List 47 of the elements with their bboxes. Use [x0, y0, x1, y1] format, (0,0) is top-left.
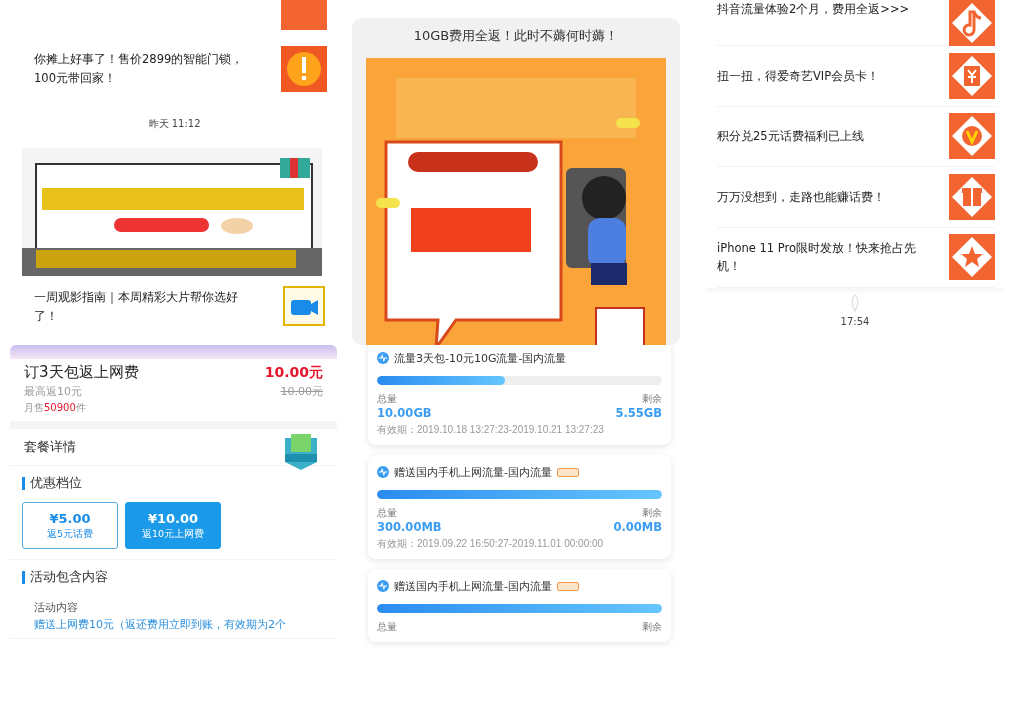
article-title[interactable]: 万万没想到，走路也能赚话费！: [717, 187, 922, 206]
total-value: 300.00MB: [377, 520, 442, 534]
article-title[interactable]: 你摊上好事了！售价2899的智能门锁，100元带回家！: [34, 50, 259, 88]
validity-period: 有效期：2019.10.18 13:27:23-2019.10.21 13:27:23: [377, 423, 605, 437]
plan-title: 流量3天包-10元10G流量-国内流量: [394, 350, 567, 366]
tier-option[interactable]: ¥5.00 返5元话费: [22, 502, 118, 549]
v-badge-icon: [949, 113, 995, 160]
star-icon: [949, 234, 995, 281]
sales-label: 月售: [24, 401, 44, 415]
plan-title: 赠送国内手机上网流量-国内流量: [394, 464, 552, 480]
product-price: 10.00元: [264, 364, 323, 382]
pulse-icon: [377, 352, 389, 364]
section-title: 优惠档位: [30, 474, 82, 492]
total-label: 总量: [377, 507, 397, 520]
pulse-icon: [377, 466, 389, 478]
remaining-value: 0.00MB: [613, 520, 662, 534]
article-title[interactable]: 抖音流量体验2个月，费用全返>>>: [717, 0, 922, 18]
article-title[interactable]: 积分兑25元话费福利已上线: [717, 127, 922, 146]
remaining-label: 剩余: [642, 621, 662, 634]
timestamp: 17:54: [840, 316, 870, 327]
section-title: 活动包含内容: [30, 568, 108, 586]
remaining-value: 5.55GB: [615, 406, 662, 420]
section-title: 套餐详情: [24, 438, 76, 456]
total-label: 总量: [377, 621, 397, 634]
gift-icon: [949, 173, 995, 220]
product-name: 订3天包返上网费: [24, 363, 139, 382]
pulse-icon: [377, 580, 389, 592]
content-text: 赠送上网费10元（返还费用立即到账，有效期为2个: [33, 617, 287, 632]
total-value: 10.00GB: [377, 406, 432, 420]
yen-icon: [949, 52, 995, 99]
content-heading: 活动内容: [33, 600, 79, 616]
article-title[interactable]: iPhone 11 Pro限时发放！快来抢占先机！: [717, 239, 922, 276]
remaining-label: 剩余: [642, 507, 662, 520]
article-title[interactable]: 一周观影指南｜本周精彩大片帮你选好了！: [34, 288, 259, 326]
promo-title: 10GB费用全返！此时不薅何时薅！: [413, 27, 619, 45]
total-label: 总量: [377, 393, 397, 406]
plan-title: 赠送国内手机上网流量-国内流量: [394, 578, 552, 594]
promo-card[interactable]: 10GB费用全返！此时不薅何时薅！: [352, 18, 680, 345]
location-pin-icon: [849, 294, 861, 312]
validity-period: 有效期：2019.09.22 16:50:27-2019.11.01 00:00:00: [377, 537, 605, 551]
article-title[interactable]: 扭一扭，得爱奇艺VIP会员卡！: [717, 66, 922, 85]
timestamp: 昨天 11:12: [148, 117, 201, 131]
remaining-label: 剩余: [642, 393, 662, 406]
sales-count: 50900: [44, 402, 76, 413]
original-price: 10.00元: [280, 384, 323, 399]
max-return: 最高返10元: [24, 384, 82, 399]
sales-unit: 件: [75, 401, 86, 415]
